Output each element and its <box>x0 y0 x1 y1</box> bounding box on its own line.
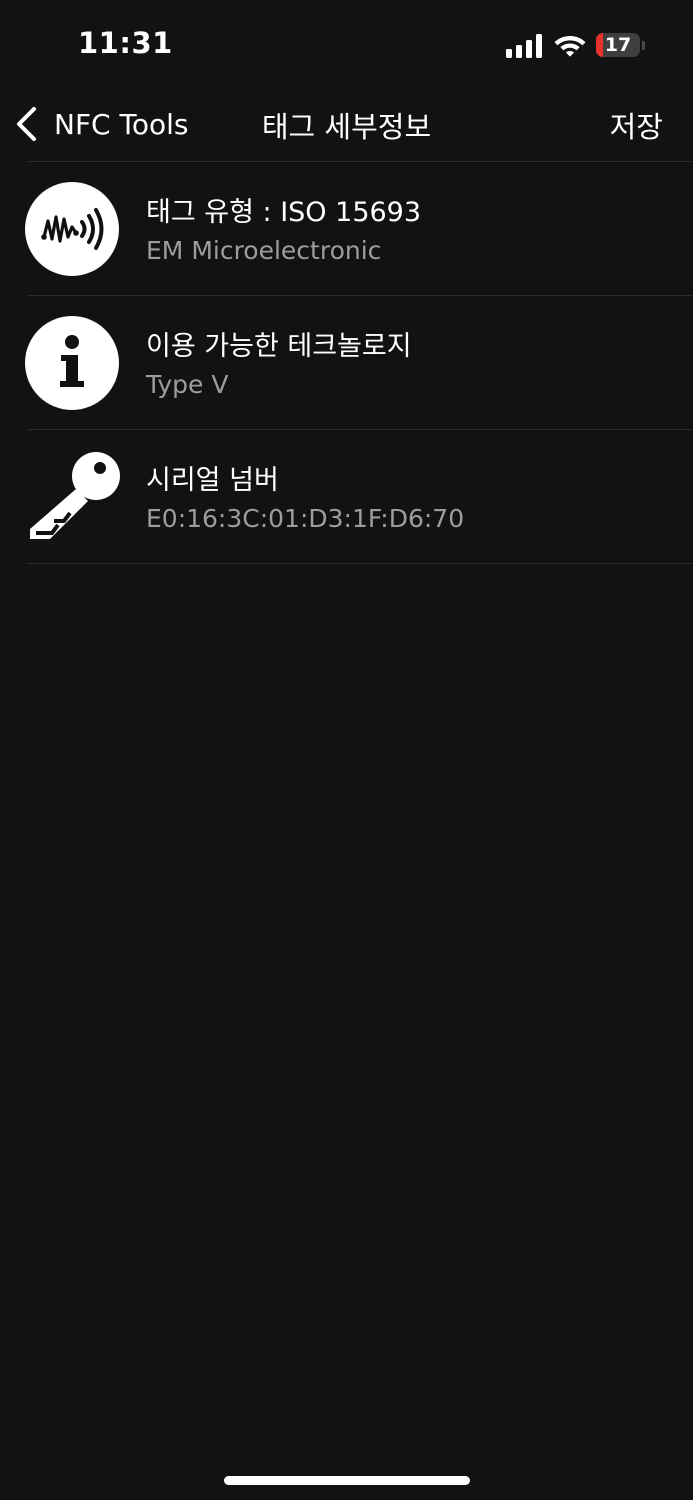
battery-icon: 17 <box>596 33 640 57</box>
key-icon <box>30 452 120 539</box>
tag-details-list: 태그 유형 : ISO 15693 EM Microelectronic 이용 … <box>0 161 693 564</box>
status-time: 11:31 <box>78 26 173 60</box>
navigation-bar: NFC Tools 태그 세부정보 저장 <box>0 90 693 160</box>
info-icon <box>25 316 119 410</box>
list-item-technologies[interactable]: 이용 가능한 테크놀로지 Type V <box>0 296 693 429</box>
cellular-signal-icon <box>506 34 544 58</box>
technologies-title: 이용 가능한 테크놀로지 <box>146 331 412 362</box>
tag-type-title: 태그 유형 : ISO 15693 <box>146 197 422 228</box>
tag-type-subtitle: EM Microelectronic <box>146 236 382 265</box>
page-title: 태그 세부정보 <box>261 110 432 144</box>
battery-level-text: 17 <box>604 34 632 56</box>
technologies-subtitle: Type V <box>146 370 229 399</box>
nfc-wave-icon <box>25 182 119 276</box>
list-item-tag-type[interactable]: 태그 유형 : ISO 15693 EM Microelectronic <box>0 162 693 295</box>
serial-number-value: E0:16:3C:01:D3:1F:D6:70 <box>146 504 465 533</box>
divider <box>28 563 693 564</box>
home-indicator[interactable] <box>224 1476 470 1485</box>
serial-number-title: 시리얼 넘버 <box>146 465 279 496</box>
status-bar: 11:31 17 <box>0 0 693 90</box>
list-item-serial-number[interactable]: 시리얼 넘버 E0:16:3C:01:D3:1F:D6:70 <box>0 430 693 563</box>
battery-nub <box>642 41 645 50</box>
save-button[interactable]: 저장 <box>610 104 663 146</box>
wifi-icon <box>554 36 586 57</box>
